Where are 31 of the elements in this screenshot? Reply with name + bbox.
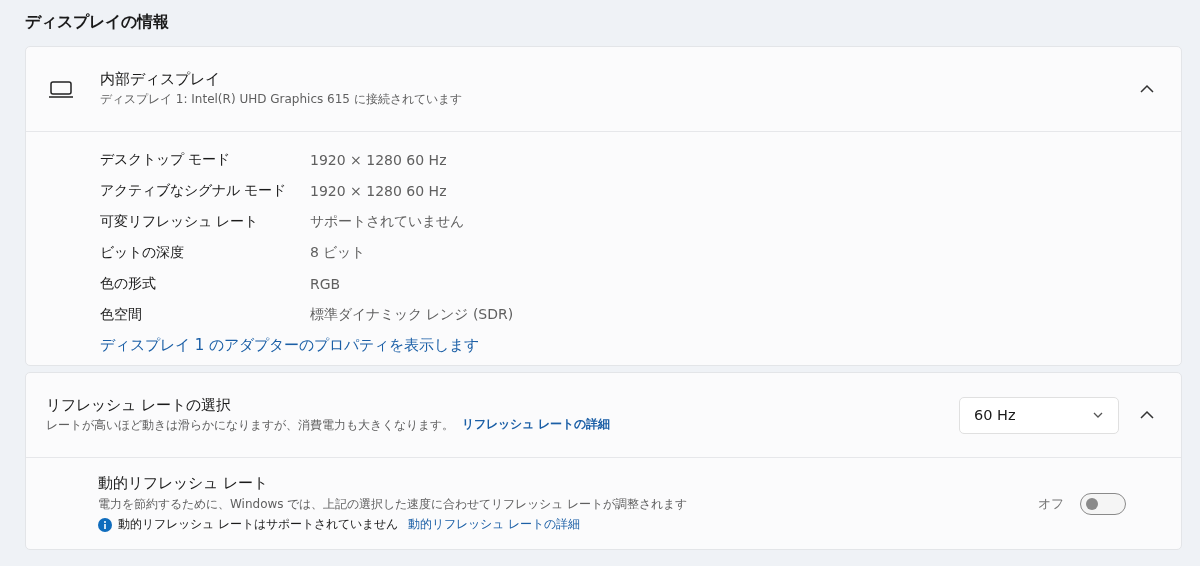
property-value: サポートされていません bbox=[310, 212, 464, 231]
toggle-label: オフ bbox=[1038, 494, 1064, 513]
laptop-icon bbox=[48, 79, 74, 99]
property-value: 8 ビット bbox=[310, 243, 366, 262]
refresh-title: リフレッシュ レートの選択 bbox=[46, 396, 232, 415]
display-subtitle: ディスプレイ 1: Intel(R) UHD Graphics 615 に接続されています bbox=[100, 91, 462, 108]
property-value: 1920 × 1280 60 Hz bbox=[310, 182, 447, 199]
section-heading: ディスプレイの情報 bbox=[25, 12, 169, 33]
display-title: 内部ディスプレイ bbox=[100, 70, 221, 89]
chevron-icon bbox=[1139, 410, 1155, 420]
property-label: 色の形式 bbox=[100, 274, 157, 293]
adapter-properties-link[interactable]: ディスプレイ 1 のアダプターのプロパティを表示します bbox=[100, 336, 480, 355]
property-value: RGB bbox=[310, 275, 341, 292]
chevron-down-icon bbox=[1092, 411, 1104, 419]
chevron-icon bbox=[1139, 84, 1155, 94]
dynamic-refresh-description: 電力を節約するために、Windows では、上記の選択した速度に合わせてリフレッシュ レートが調整されます bbox=[98, 496, 689, 513]
refresh-rate-dropdown[interactable]: 60 Hz bbox=[959, 396, 1119, 434]
property-value: 標準ダイナミック レンジ (SDR) bbox=[310, 305, 514, 324]
info-text: 動的リフレッシュ レートはサポートされていません bbox=[118, 516, 398, 533]
refresh-details-link[interactable]: リフレッシュ レートの詳細 bbox=[462, 416, 611, 433]
toggle-switch[interactable] bbox=[1080, 492, 1126, 515]
property-label: デスクトップ モード bbox=[100, 150, 232, 169]
property-label: アクティブなシグナル モード bbox=[100, 181, 288, 200]
property-label: ビットの深度 bbox=[100, 243, 185, 262]
property-label: 可変リフレッシュ レート bbox=[100, 212, 260, 231]
property-value: 1920 × 1280 60 Hz bbox=[310, 151, 447, 168]
dynamic-refresh-details-link[interactable]: 動的リフレッシュ レートの詳細 bbox=[407, 516, 580, 533]
info-icon bbox=[98, 517, 112, 532]
refresh-description: レートが高いほど動きは滑らかになりますが、消費電力も大きくなります。 bbox=[46, 417, 454, 434]
property-label: 色空間 bbox=[100, 305, 143, 324]
dynamic-refresh-title: 動的リフレッシュ レート bbox=[98, 474, 269, 493]
